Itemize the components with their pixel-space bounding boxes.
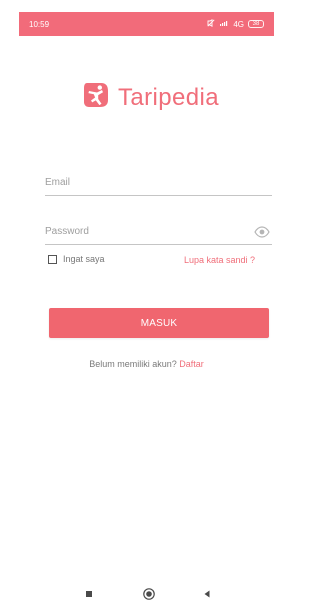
network-label: 4G (233, 19, 244, 29)
taripedia-logo-icon (81, 80, 111, 115)
status-right: 4G 38 (207, 19, 264, 29)
eye-icon[interactable] (254, 224, 270, 240)
brand-name: Taripedia (118, 83, 219, 111)
login-content: Taripedia Email Password Ingat saya Lupa… (19, 36, 274, 578)
login-screen: 10:59 4G 38 Taripedia Email Password Ing… (0, 0, 292, 612)
battery-icon: 38 (248, 20, 264, 28)
recent-apps-icon[interactable] (80, 585, 98, 603)
mute-icon (207, 19, 215, 29)
forgot-password-link[interactable]: Lupa kata sandi ? (184, 255, 255, 265)
system-navigation (19, 578, 274, 612)
signal-icon (219, 19, 229, 29)
email-placeholder: Email (45, 177, 71, 188)
back-icon[interactable] (198, 585, 216, 603)
battery-level: 38 (252, 21, 260, 27)
remember-label: Ingat saya (63, 254, 105, 264)
right-gutter (274, 0, 292, 612)
signup-link[interactable]: Daftar (179, 359, 204, 369)
status-time: 10:59 (29, 19, 50, 29)
status-bar: 10:59 4G 38 (19, 12, 274, 36)
remember-checkbox[interactable] (48, 254, 57, 264)
password-field[interactable]: Password (45, 224, 272, 245)
password-placeholder: Password (45, 226, 89, 237)
brand-logo: Taripedia (81, 80, 219, 115)
remember-me[interactable]: Ingat saya (48, 254, 105, 264)
home-icon[interactable] (140, 585, 158, 603)
email-field[interactable]: Email (45, 175, 272, 196)
signup-prompt: Belum memiliki akun? Daftar (19, 359, 274, 369)
login-button[interactable]: MASUK (49, 308, 269, 338)
left-gutter (0, 0, 19, 612)
signup-text: Belum memiliki akun? (89, 359, 177, 369)
